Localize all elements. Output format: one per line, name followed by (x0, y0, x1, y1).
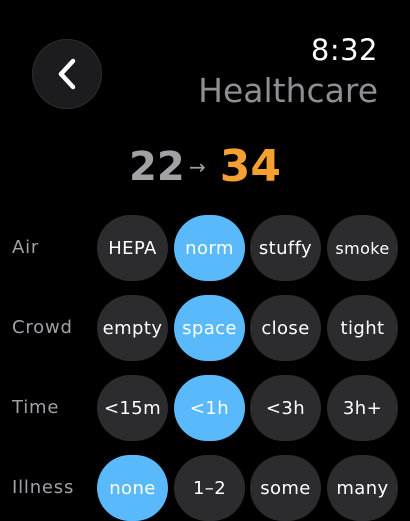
option-crowd-0[interactable]: empty (97, 295, 168, 361)
previous-score: 22 (129, 144, 185, 190)
option-illness-0[interactable]: none (97, 455, 168, 521)
option-time-1[interactable]: <1h (174, 375, 245, 441)
back-button[interactable] (32, 39, 102, 109)
row-label-illness: Illness (12, 477, 75, 498)
option-crowd-1[interactable]: space (174, 295, 245, 361)
row-crowd: Crowd empty space close tight (0, 295, 410, 361)
clock-time: 8:32 (310, 33, 378, 67)
right-arrow-icon: → (189, 155, 206, 179)
chevron-left-icon (58, 58, 76, 90)
option-air-2[interactable]: stuffy (250, 215, 321, 281)
row-air: Air HEPA norm stuffy smoke (0, 215, 410, 281)
option-air-0[interactable]: HEPA (97, 215, 168, 281)
option-illness-1[interactable]: 1–2 (174, 455, 245, 521)
row-label-time: Time (12, 397, 60, 418)
row-label-air: Air (12, 237, 40, 258)
option-air-3[interactable]: smoke (327, 215, 398, 281)
option-air-1[interactable]: norm (174, 215, 245, 281)
option-time-3[interactable]: 3h+ (327, 375, 398, 441)
current-score: 34 (219, 141, 281, 192)
option-illness-3[interactable]: many (327, 455, 398, 521)
option-illness-2[interactable]: some (250, 455, 321, 521)
option-crowd-3[interactable]: tight (327, 295, 398, 361)
row-illness: Illness none 1–2 some many (0, 455, 410, 521)
page-title: Healthcare (198, 71, 378, 110)
score-change: 22 → 34 (0, 142, 410, 192)
row-time: Time <15m <1h <3h 3h+ (0, 375, 410, 441)
option-time-2[interactable]: <3h (250, 375, 321, 441)
option-time-0[interactable]: <15m (97, 375, 168, 441)
option-crowd-2[interactable]: close (250, 295, 321, 361)
row-label-crowd: Crowd (12, 317, 73, 338)
